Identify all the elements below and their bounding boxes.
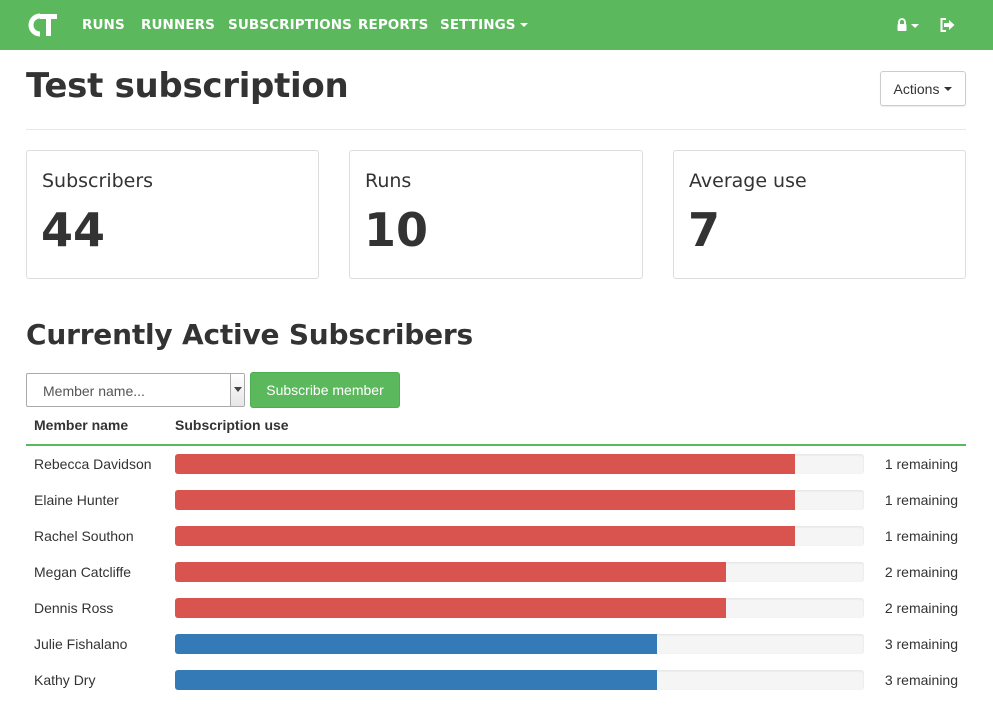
subscription-use-fill (175, 490, 796, 510)
ct-logo-icon[interactable] (26, 13, 58, 37)
member-name[interactable]: Rebecca Davidson (34, 456, 152, 472)
chevron-down-icon (944, 86, 953, 91)
subscription-use-bar (175, 634, 864, 654)
member-name-select[interactable]: Member name... (26, 373, 245, 407)
table-row[interactable]: Rachel Southon 1 remaining (26, 518, 966, 554)
remaining-count: 1 remaining (884, 528, 958, 544)
section-title: Currently Active Subscribers (26, 318, 473, 351)
column-header-member-name[interactable]: Member name (34, 417, 128, 433)
nav-runners[interactable]: RUNNERS (141, 17, 215, 33)
top-navbar: RUNS RUNNERS SUBSCRIPTIONS REPORTS SETTI… (0, 0, 993, 50)
subscription-use-bar (175, 670, 864, 690)
sign-out-icon[interactable] (939, 16, 956, 34)
remaining-count: 3 remaining (884, 636, 958, 652)
column-header-subscription-use[interactable]: Subscription use (175, 417, 289, 433)
nav-settings-label: SETTINGS (440, 17, 516, 33)
table-row[interactable]: Kathy Dry 3 remaining (26, 662, 966, 698)
member-name[interactable]: Rachel Southon (34, 528, 134, 544)
remaining-count: 1 remaining (884, 456, 958, 472)
nav-subscriptions[interactable]: SUBSCRIPTIONS (228, 17, 352, 33)
table-row[interactable]: Rebecca Davidson 1 remaining (26, 446, 966, 482)
chevron-down-icon (519, 23, 528, 27)
subscription-use-bar (175, 454, 864, 474)
nav-settings[interactable]: SETTINGS (440, 17, 528, 33)
actions-dropdown-button[interactable]: Actions (880, 71, 966, 106)
subscription-use-bar (175, 598, 864, 618)
subscribe-member-button[interactable]: Subscribe member (250, 372, 400, 408)
member-name[interactable]: Elaine Hunter (34, 492, 119, 508)
member-name[interactable]: Kathy Dry (34, 672, 95, 688)
stat-label: Subscribers (42, 170, 154, 192)
member-name[interactable]: Julie Fishalano (34, 636, 127, 652)
remaining-count: 3 remaining (884, 672, 958, 688)
remaining-count: 2 remaining (884, 600, 958, 616)
subscription-use-fill (175, 526, 796, 546)
actions-label: Actions (893, 80, 940, 97)
stat-value: 7 (688, 203, 721, 257)
stat-card-average-use: Average use 7 (673, 150, 966, 279)
subscription-use-fill (175, 670, 658, 690)
stat-card-subscribers: Subscribers 44 (26, 150, 319, 279)
member-name[interactable]: Dennis Ross (34, 600, 113, 616)
stat-value: 44 (41, 203, 106, 257)
table-row[interactable]: Dennis Ross 2 remaining (26, 590, 966, 626)
lock-icon (897, 18, 907, 31)
subscription-use-bar (175, 526, 864, 546)
member-select-placeholder: Member name... (43, 383, 145, 399)
stat-label: Runs (365, 170, 412, 192)
subscription-use-fill (175, 562, 727, 582)
table-row[interactable]: Julie Fishalano 3 remaining (26, 626, 966, 662)
member-name[interactable]: Megan Catcliffe (34, 564, 131, 580)
divider (26, 129, 966, 130)
chevron-down-icon (911, 24, 919, 28)
subscription-use-fill (175, 454, 796, 474)
remaining-count: 1 remaining (884, 492, 958, 508)
subscription-use-fill (175, 634, 658, 654)
account-menu[interactable] (896, 16, 919, 34)
subscription-use-bar (175, 490, 864, 510)
table-row[interactable]: Elaine Hunter 1 remaining (26, 482, 966, 518)
nav-reports[interactable]: REPORTS (358, 17, 428, 33)
page-title: Test subscription (26, 66, 349, 106)
table-row[interactable]: Megan Catcliffe 2 remaining (26, 554, 966, 590)
chevron-down-icon[interactable] (230, 374, 244, 406)
stat-label: Average use (689, 170, 807, 192)
nav-runs[interactable]: RUNS (82, 17, 125, 33)
subscription-use-bar (175, 562, 864, 582)
remaining-count: 2 remaining (884, 564, 958, 580)
subscription-use-fill (175, 598, 727, 618)
stat-card-runs: Runs 10 (349, 150, 643, 279)
stat-value: 10 (364, 203, 429, 257)
